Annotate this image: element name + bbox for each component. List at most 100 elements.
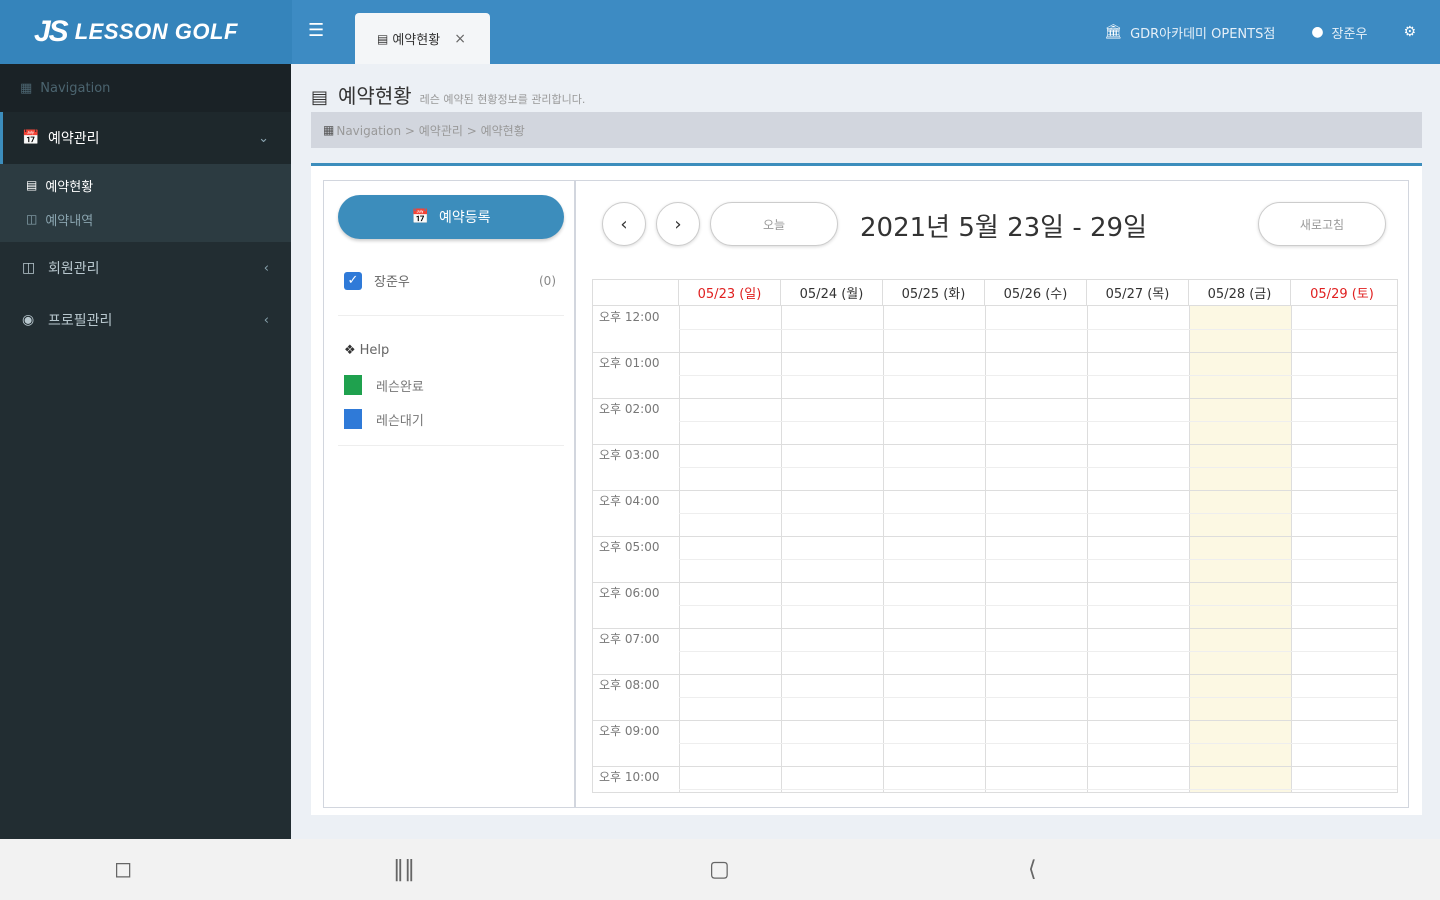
calendar-list-icon: ▤ xyxy=(377,31,389,46)
chevron-left-icon: ‹ xyxy=(263,260,269,276)
sidebar-item-label: 예약관리 xyxy=(48,131,100,147)
grid-hour-line xyxy=(593,582,1397,583)
time-slot-label: 오후 01:00 xyxy=(599,356,660,370)
day-header: 05/24 (월) xyxy=(781,280,883,305)
reservation-submenu: ▤ 예약현황 ◫ 예약내역 xyxy=(0,164,291,242)
sidebar-subitem-label: 예약현황 xyxy=(45,179,94,195)
legend-item-waiting: 레슨대기 xyxy=(344,409,424,429)
legend-label: 레슨완료 xyxy=(376,379,424,395)
refresh-button[interactable]: 새로고침 xyxy=(1258,202,1386,246)
add-reservation-button[interactable]: 📅 예약등록 xyxy=(338,195,564,239)
sidebar-subitem-history[interactable]: ◫ 예약내역 xyxy=(0,202,291,236)
grid-half-hour-line xyxy=(679,513,1397,514)
chevron-left-icon: ‹ xyxy=(620,213,628,235)
grid-half-hour-line xyxy=(679,651,1397,652)
day-header: 05/27 (목) xyxy=(1087,280,1189,305)
tab-reservation-status[interactable]: ▤ 예약현황 × xyxy=(355,13,490,64)
home-icon[interactable]: ▢ xyxy=(709,857,730,882)
sidebar-subitem-label: 예약내역 xyxy=(45,213,94,229)
instructor-filter[interactable]: ✓ 장준우 (0) xyxy=(344,271,556,290)
next-week-button[interactable]: › xyxy=(656,202,700,246)
time-axis-header xyxy=(593,280,679,305)
add-reservation-label: 예약등록 xyxy=(438,210,491,226)
top-bar: JS LESSON GOLF ☰ ▤ 예약현황 × 🏛 GDR아카데미 OPEN… xyxy=(0,0,1440,64)
day-header: 05/28 (금) xyxy=(1189,280,1291,305)
sidebar-item-members[interactable]: ◫ 회원관리 ‹ xyxy=(0,242,291,294)
calendar-header: 05/23 (일) 05/24 (월) 05/25 (화) 05/26 (수) … xyxy=(593,280,1397,306)
time-slot-label: 오후 07:00 xyxy=(599,632,660,646)
calendar-icon: 📅 xyxy=(22,130,40,146)
main-content: ▤ 예약현황 레슨 예약된 현황정보를 관리합니다. ▦ Navigation … xyxy=(291,64,1440,839)
divider xyxy=(338,315,564,316)
page-title: 예약현황 xyxy=(338,84,412,108)
grid-half-hour-line xyxy=(679,421,1397,422)
week-calendar: 05/23 (일) 05/24 (월) 05/25 (화) 05/26 (수) … xyxy=(592,279,1398,793)
logo[interactable]: JS LESSON GOLF xyxy=(0,0,292,64)
today-label: 오늘 xyxy=(762,217,786,232)
windows-icon: ▦ xyxy=(20,80,33,96)
breadcrumb-text[interactable]: Navigation > 예약관리 > 예약현황 xyxy=(336,122,524,139)
hamburger-icon[interactable]: ☰ xyxy=(308,20,324,41)
logo-text: LESSON GOLF xyxy=(74,19,238,44)
day-header: 05/26 (수) xyxy=(985,280,1087,305)
day-header: 05/29 (토) xyxy=(1310,287,1374,302)
calendar-plus-icon: 📅 xyxy=(411,209,429,225)
calendar-list-icon: ▤ xyxy=(26,178,38,192)
building-icon: 🏛 xyxy=(1104,24,1123,40)
screen-capture-icon[interactable]: ◻ xyxy=(114,857,132,882)
grid-half-hour-line xyxy=(679,467,1397,468)
android-nav-bar: ◻ ‖‖ ▢ ⟨ xyxy=(0,839,1440,900)
prev-week-button[interactable]: ‹ xyxy=(602,202,646,246)
gears-icon: ⚙ xyxy=(1403,24,1416,40)
sidebar-item-label: 프로필관리 xyxy=(48,313,113,329)
database-icon: ◫ xyxy=(26,212,38,226)
sidebar-item-reservation[interactable]: 📅 예약관리 ⌄ xyxy=(0,112,291,164)
day-header: 05/23 (일) xyxy=(679,280,781,305)
today-button[interactable]: 오늘 xyxy=(710,202,838,246)
top-right-menu: 🏛 GDR아카데미 OPENTS점 ● 장준우 ⚙ xyxy=(1068,0,1424,64)
grid-hour-line xyxy=(593,536,1397,537)
grid-half-hour-line xyxy=(679,605,1397,606)
user-menu[interactable]: ● 장준우 xyxy=(1311,23,1367,42)
help-label: Help xyxy=(359,343,390,358)
chevron-down-icon: ⌄ xyxy=(258,130,269,146)
calendar-list-icon: ▤ xyxy=(311,87,329,108)
grid-hour-line xyxy=(593,352,1397,353)
grid-hour-line xyxy=(593,766,1397,767)
user-name: 장준우 xyxy=(1331,26,1368,42)
time-slot-label: 오후 10:00 xyxy=(599,770,660,784)
time-slot-label: 오후 04:00 xyxy=(599,494,660,508)
settings-button[interactable]: ⚙ xyxy=(1403,24,1424,40)
help-title: ❖ Help xyxy=(344,343,389,358)
day-header: 05/25 (화) xyxy=(883,280,985,305)
academy-menu[interactable]: 🏛 GDR아카데미 OPENTS점 xyxy=(1104,23,1275,42)
logo-mark: JS xyxy=(34,15,69,48)
calendar-grid[interactable]: 오후 12:00 오후 01:00 오후 02:00 오후 03:00 오후 04:00… xyxy=(593,306,1397,792)
sidebar-subitem-status[interactable]: ▤ 예약현황 xyxy=(0,168,291,202)
divider xyxy=(338,445,564,446)
grid-hour-line xyxy=(593,490,1397,491)
time-slot-label: 오후 03:00 xyxy=(599,448,660,462)
recents-icon[interactable]: ‖‖ xyxy=(393,857,415,882)
grid-half-hour-line xyxy=(679,743,1397,744)
sidebar-item-label: 회원관리 xyxy=(48,261,100,277)
info-icon: ❖ xyxy=(344,343,356,358)
grid-half-hour-line xyxy=(679,697,1397,698)
calendar-box: 📅 예약등록 ✓ 장준우 (0) ❖ Help 레슨완료 레슨대기 ‹ › 오늘… xyxy=(311,163,1422,815)
grid-half-hour-line xyxy=(679,375,1397,376)
sidebar-item-profile[interactable]: ◉ 프로필관리 ‹ xyxy=(0,294,291,346)
user-icon: ● xyxy=(1311,24,1324,40)
grid-hour-line xyxy=(593,628,1397,629)
legend-swatch xyxy=(344,409,362,429)
nav-header-label: Navigation xyxy=(40,80,111,96)
user-circle-icon: ◉ xyxy=(22,312,35,328)
sidebar: ▦ Navigation 📅 예약관리 ⌄ ▤ 예약현황 ◫ 예약내역 ◫ 회원… xyxy=(0,64,291,839)
grid-half-hour-line xyxy=(679,329,1397,330)
back-icon[interactable]: ⟨ xyxy=(1028,857,1037,882)
instructor-count: (0) xyxy=(539,273,556,288)
calendar-panel: ‹ › 오늘 2021년 5월 23일 - 29일 새로고침 05/23 (일) xyxy=(578,181,1408,807)
grid-hour-line xyxy=(593,444,1397,445)
calendar-inner: 📅 예약등록 ✓ 장준우 (0) ❖ Help 레슨완료 레슨대기 ‹ › 오늘… xyxy=(323,180,1409,808)
close-icon[interactable]: × xyxy=(454,31,466,47)
instructor-checkbox[interactable]: ✓ xyxy=(344,271,362,290)
